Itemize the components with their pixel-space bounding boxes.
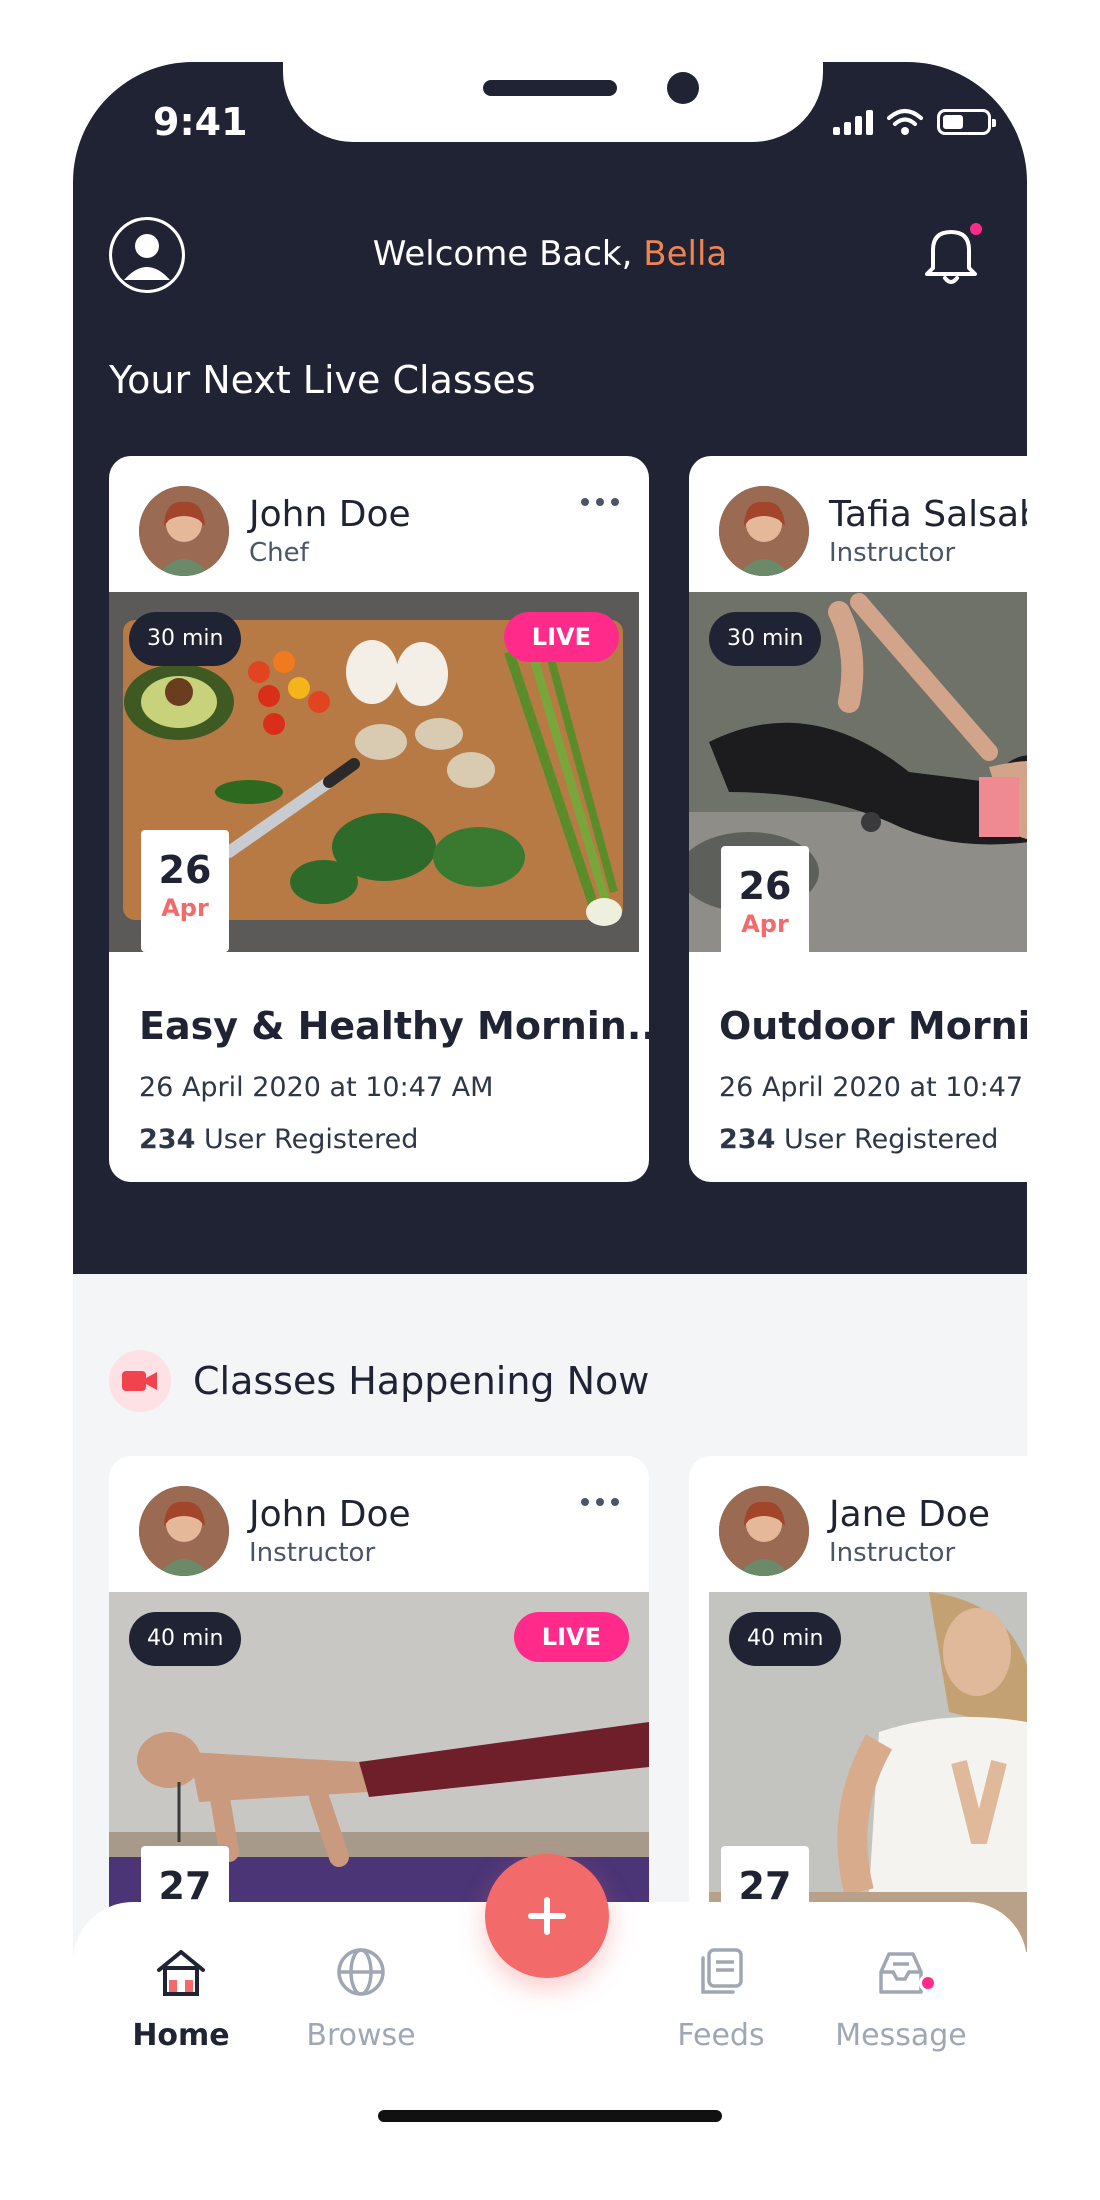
front-camera bbox=[667, 72, 699, 104]
date-day: 27 bbox=[158, 1864, 212, 1908]
add-button[interactable] bbox=[485, 1854, 609, 1978]
more-dot bbox=[611, 1498, 619, 1506]
duration-badge: 30 min bbox=[129, 612, 242, 666]
registered-number: 234 bbox=[139, 1124, 196, 1155]
registered-number: 234 bbox=[719, 1124, 776, 1155]
welcome-text: Welcome Back, bbox=[372, 234, 644, 274]
live-class-card[interactable]: John Doe Chef 30 min LIVE 26 Apr Easy & … bbox=[109, 456, 649, 1182]
instructor-role: Instructor bbox=[829, 1538, 956, 1568]
registered-label: User Registered bbox=[775, 1124, 999, 1155]
more-dot bbox=[596, 1498, 604, 1506]
card-header: Jane Doe Instructor bbox=[689, 1456, 1027, 1592]
more-dot bbox=[611, 498, 619, 506]
status-icons bbox=[833, 108, 996, 136]
instructor-role: Instructor bbox=[249, 1538, 376, 1568]
registered-count: 234 User Registered bbox=[719, 1124, 998, 1155]
more-dot bbox=[581, 498, 589, 506]
date-day: 26 bbox=[158, 848, 212, 892]
battery-icon bbox=[937, 109, 996, 135]
tab-feeds-label: Feeds bbox=[677, 2018, 765, 2053]
device-notch bbox=[283, 62, 823, 142]
globe-icon bbox=[337, 1948, 385, 1996]
card-header: John Doe Instructor bbox=[109, 1456, 649, 1592]
date-day: 27 bbox=[738, 1864, 792, 1908]
duration-badge: 40 min bbox=[129, 1612, 242, 1666]
more-dot bbox=[596, 498, 604, 506]
instructor-avatar bbox=[719, 486, 809, 576]
wifi-icon bbox=[887, 109, 923, 135]
instructor-avatar bbox=[139, 486, 229, 576]
user-name: Bella bbox=[643, 234, 728, 274]
class-title: Outdoor Mornin bbox=[719, 1004, 1027, 1048]
card-header: Tafia Salsab Instructor bbox=[689, 456, 1027, 592]
more-dot bbox=[581, 1498, 589, 1506]
card-header: John Doe Chef bbox=[109, 456, 649, 592]
duration-badge: 30 min bbox=[709, 612, 822, 666]
class-title: Easy & Healthy Mornin... bbox=[139, 1004, 649, 1048]
date-badge: 26 Apr bbox=[721, 846, 809, 952]
tab-message-label: Message bbox=[835, 2018, 967, 2053]
instructor-name: John Doe bbox=[249, 494, 411, 535]
class-photo: 30 min 26 Apr bbox=[689, 592, 1027, 952]
instructor-role: Instructor bbox=[829, 538, 956, 568]
message-badge bbox=[919, 1974, 937, 1992]
instructor-avatar bbox=[139, 1486, 229, 1576]
inbox-icon bbox=[879, 1952, 923, 1994]
live-classes-title: Your Next Live Classes bbox=[109, 358, 536, 402]
instructor-name: John Doe bbox=[249, 1494, 411, 1535]
class-photo: 40 min 27 bbox=[709, 1592, 1027, 1952]
speaker-grille bbox=[483, 80, 617, 96]
class-datetime: 26 April 2020 at 10:47 AM bbox=[139, 1072, 494, 1103]
class-datetime: 26 April 2020 at 10:47 / bbox=[719, 1072, 1027, 1103]
date-day: 26 bbox=[738, 864, 792, 908]
now-class-card[interactable]: Jane Doe Instructor 40 min 27 bbox=[689, 1456, 1027, 1956]
home-indicator[interactable] bbox=[378, 2110, 722, 2122]
tab-message[interactable]: Message bbox=[821, 1942, 981, 2053]
video-camera-icon bbox=[109, 1350, 171, 1412]
class-photo: 30 min LIVE 26 Apr bbox=[109, 592, 639, 952]
tab-home[interactable]: Home bbox=[101, 1942, 261, 2053]
notifications-button[interactable] bbox=[921, 220, 985, 290]
status-time: 9:41 bbox=[153, 100, 248, 144]
instructor-avatar bbox=[719, 1486, 809, 1576]
live-badge: LIVE bbox=[503, 612, 619, 662]
feeds-icon bbox=[701, 1948, 743, 1994]
more-options-button[interactable] bbox=[581, 498, 619, 506]
duration-badge: 40 min bbox=[729, 1612, 842, 1666]
notification-badge bbox=[967, 220, 985, 238]
plus-icon bbox=[528, 1897, 566, 1935]
date-month: Apr bbox=[161, 894, 209, 922]
phone-screen: 9:41 Welcome Back, Bella Your Next Live … bbox=[73, 62, 1027, 2142]
home-icon bbox=[157, 1950, 205, 1996]
instructor-name: Tafia Salsab bbox=[829, 494, 1027, 535]
more-options-button[interactable] bbox=[581, 1498, 619, 1506]
registered-count: 234 User Registered bbox=[139, 1124, 418, 1155]
live-class-card[interactable]: Tafia Salsab Instructor 30 min 26 Apr Ou… bbox=[689, 456, 1027, 1182]
tab-home-label: Home bbox=[132, 2018, 230, 2053]
happening-now-header: Classes Happening Now bbox=[109, 1350, 649, 1412]
date-month: Apr bbox=[741, 910, 789, 938]
instructor-name: Jane Doe bbox=[829, 1494, 990, 1535]
welcome-message: Welcome Back, Bella bbox=[73, 234, 1027, 274]
date-badge: 26 Apr bbox=[141, 830, 229, 952]
instructor-role: Chef bbox=[249, 538, 309, 568]
registered-label: User Registered bbox=[195, 1124, 419, 1155]
tab-browse-label: Browse bbox=[306, 2018, 416, 2053]
happening-now-title: Classes Happening Now bbox=[193, 1359, 650, 1403]
signal-icon bbox=[833, 109, 873, 135]
live-badge: LIVE bbox=[513, 1612, 629, 1662]
tab-feeds[interactable]: Feeds bbox=[641, 1942, 801, 2053]
tab-browse[interactable]: Browse bbox=[281, 1942, 441, 2053]
